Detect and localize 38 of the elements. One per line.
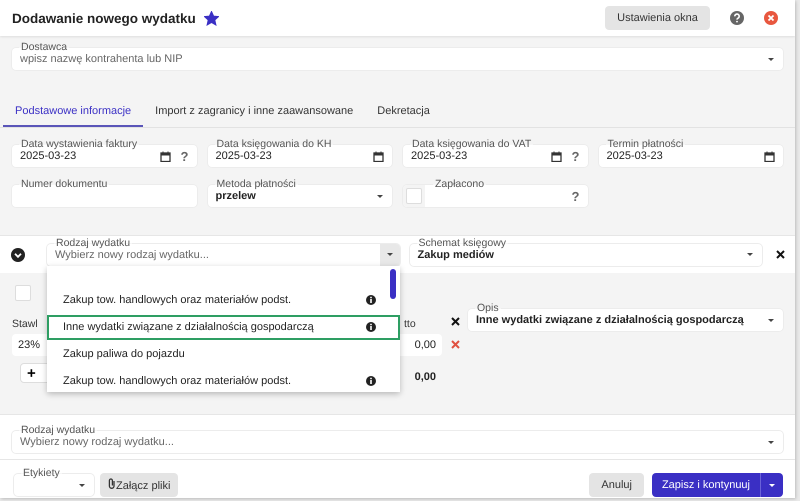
help-icon[interactable]: ? [572, 188, 580, 204]
chevron-down-icon [11, 248, 25, 262]
caret-icon [746, 252, 754, 257]
cancel-button[interactable]: Anuluj [589, 473, 644, 497]
help-icon[interactable]: ? [180, 148, 188, 164]
caret-icon [376, 194, 384, 198]
dropdown-option[interactable]: Zakup tow. handlowych oraz materiałów podst. [47, 288, 400, 312]
calendar-icon [764, 150, 775, 162]
close-icon[interactable] [450, 317, 460, 326]
dropdown-option[interactable]: Inne wydatki związane z działalnością gospodarczą [47, 314, 400, 340]
attach-files-button[interactable]: Załącz pliki [100, 473, 178, 497]
star-icon[interactable] [204, 10, 219, 26]
caret-icon [768, 482, 776, 488]
calendar-icon [373, 150, 384, 162]
tab[interactable]: Import z zagranicy i inne zaawansowane [143, 100, 366, 127]
column-label: Stawl [12, 318, 39, 330]
checkbox[interactable] [15, 285, 31, 301]
checkbox[interactable] [406, 188, 422, 204]
tab[interactable]: Dekretacja [365, 100, 442, 127]
caret-icon [767, 318, 775, 322]
caret-icon [78, 482, 86, 488]
calendar-icon [550, 150, 562, 162]
help-icon[interactable] [730, 11, 744, 25]
save-button[interactable]: Zapisz i kontynuuj [652, 473, 783, 497]
caret-icon [386, 252, 394, 257]
paperclip-icon [108, 478, 116, 489]
window-title: Dodawanie nowego wydatku [12, 10, 196, 26]
caret-icon [767, 56, 775, 62]
tab[interactable]: Podstawowe informacje [3, 100, 144, 127]
help-icon[interactable]: ? [572, 148, 580, 164]
caret-icon [767, 440, 775, 444]
column-label: tto [403, 318, 417, 330]
dropdown-option[interactable]: Zakup tow. handlowych oraz materiałów podst. [47, 368, 400, 392]
total-amount: 0,00 [414, 371, 437, 383]
scrollbar[interactable] [390, 268, 396, 298]
calendar-icon [160, 150, 171, 162]
close-icon[interactable] [776, 250, 785, 259]
window-settings-button[interactable]: Ustawienia okna [605, 6, 710, 30]
